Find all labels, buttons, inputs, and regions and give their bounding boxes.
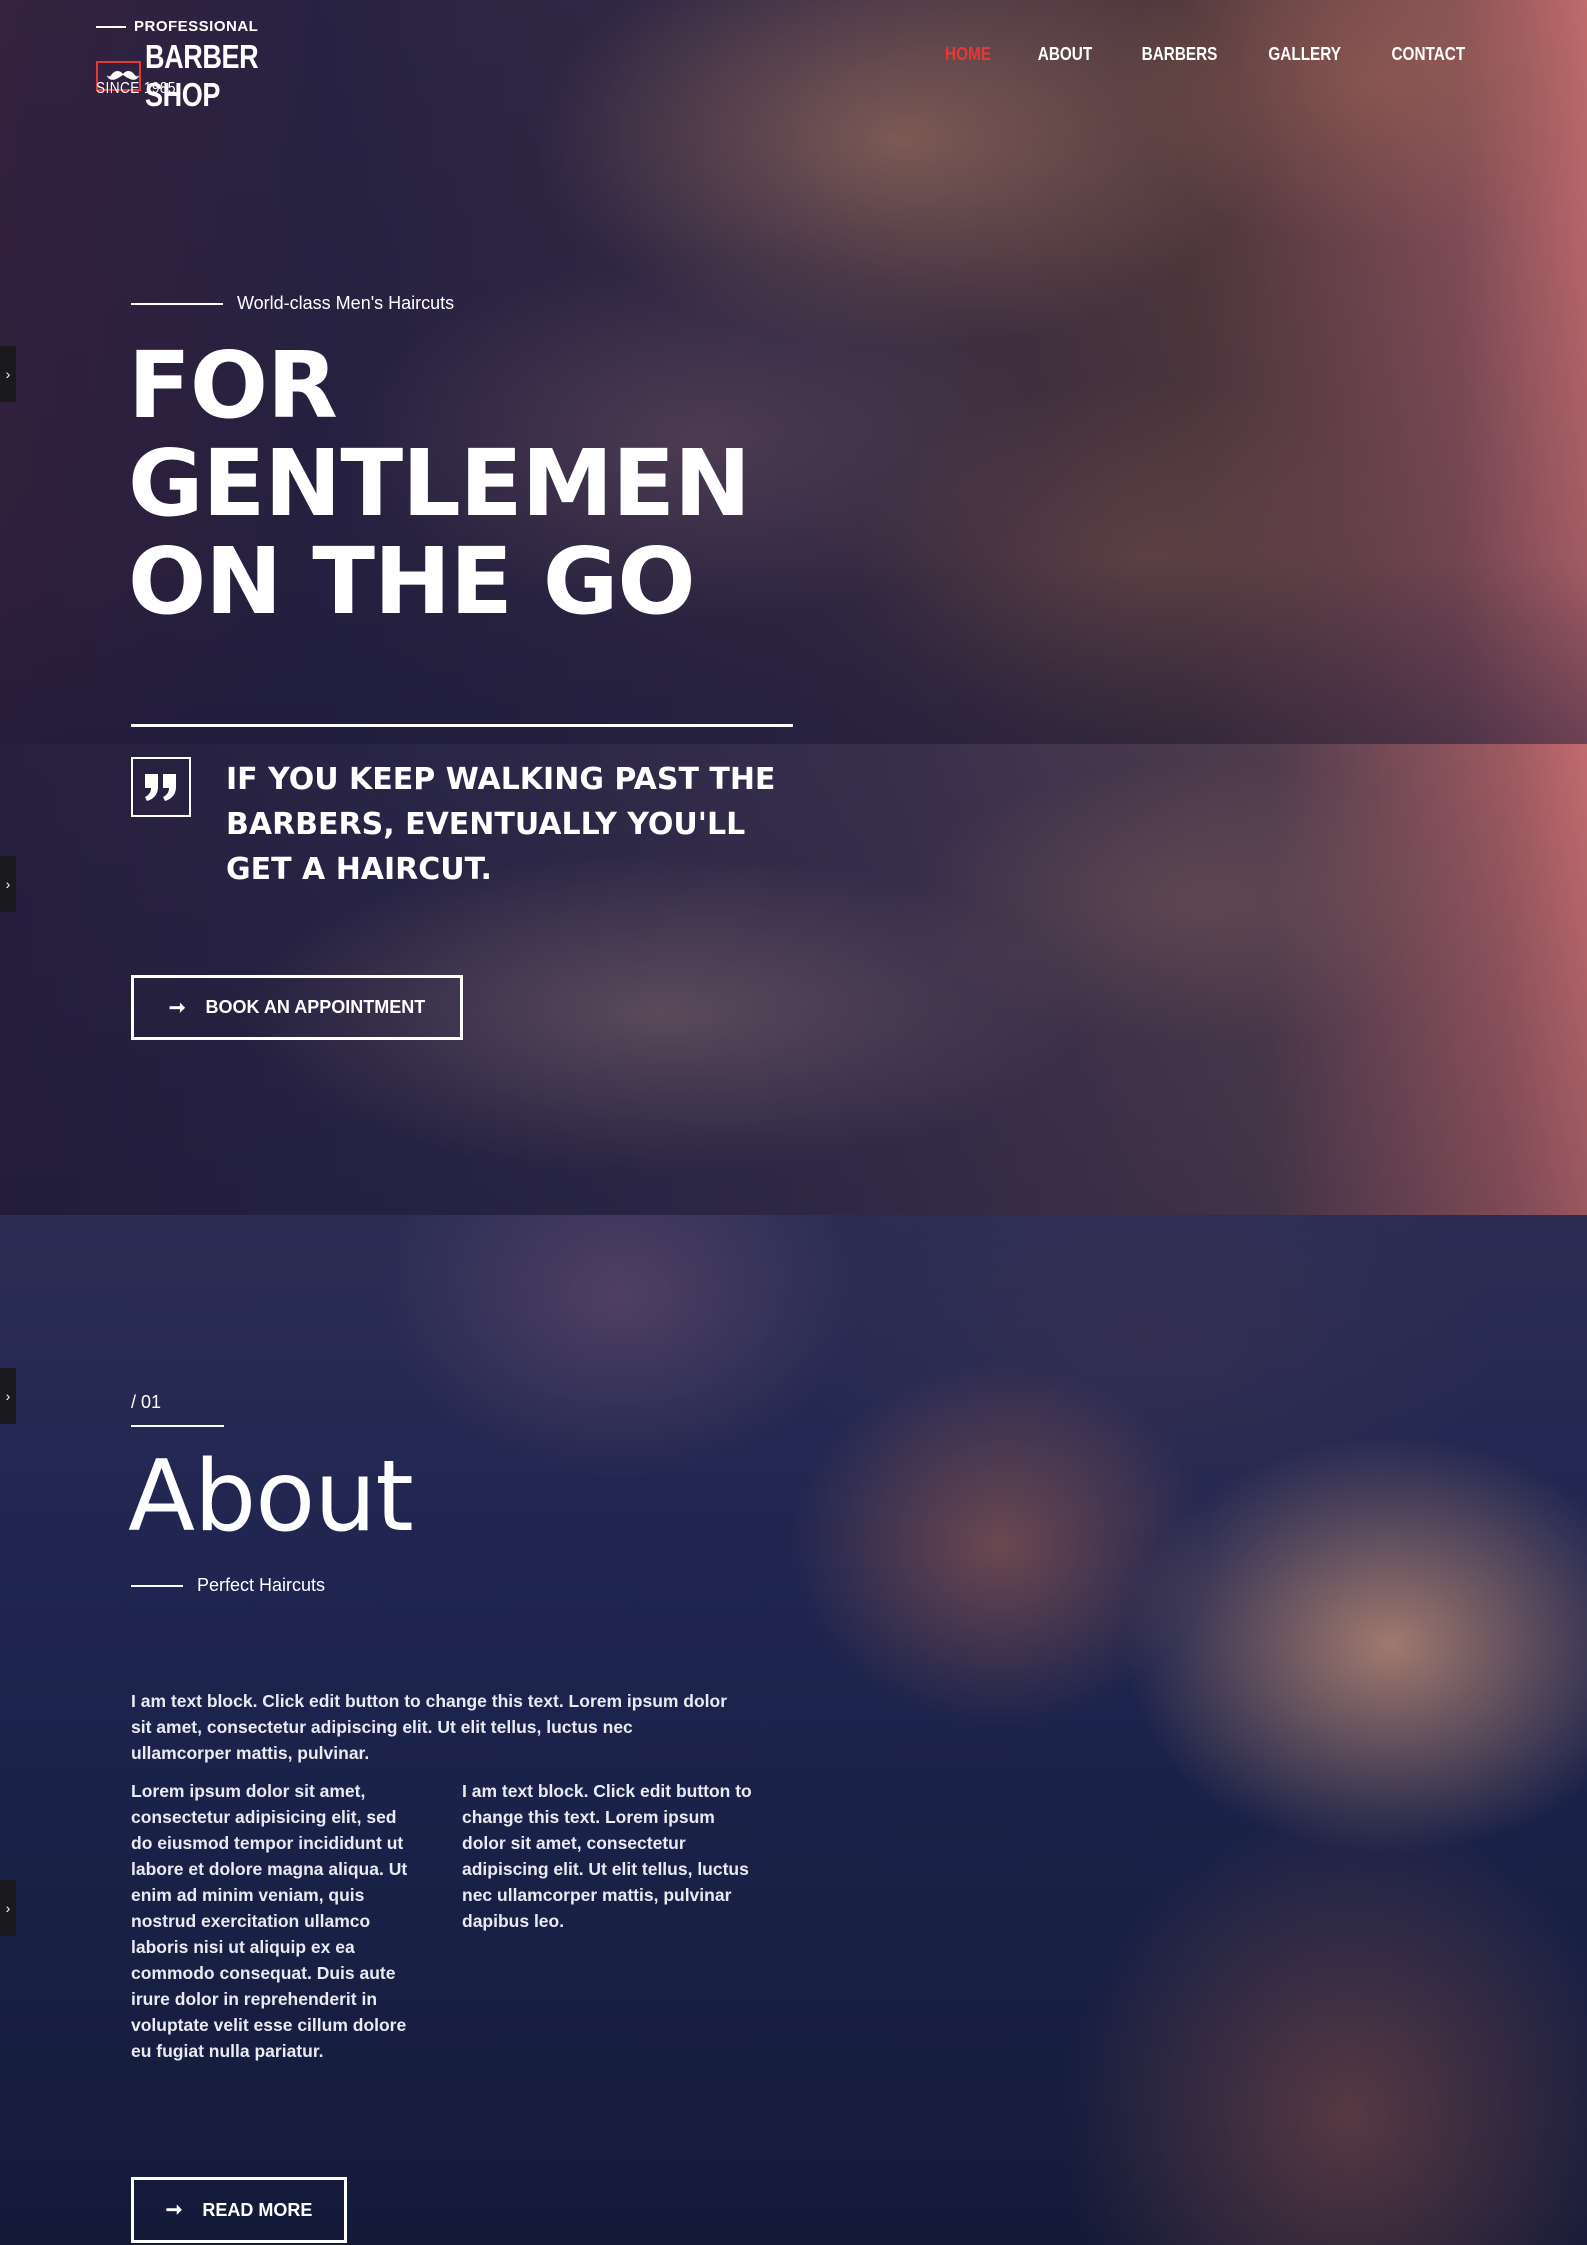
about-column-left: Lorem ipsum dolor sit amet, consectetur …: [131, 1781, 408, 2061]
logo-since: SINCE 1985: [96, 80, 176, 97]
section-number-line: [131, 1425, 224, 1427]
side-tab-3[interactable]: ›: [0, 1368, 16, 1424]
subtitle-line: [131, 1584, 183, 1587]
logo-main-row: BARBER SHOP: [96, 38, 356, 114]
side-tab-4[interactable]: ›: [0, 1880, 16, 1936]
hero-title-line-1: FOR: [128, 332, 338, 439]
eyebrow-line: [131, 302, 223, 305]
logo-name: BARBER SHOP: [144, 38, 259, 113]
nav-item-gallery[interactable]: GALLERY: [1268, 44, 1341, 65]
logo[interactable]: PROFESSIONAL BARBER SHOP SINCE 1985: [96, 16, 356, 113]
about-column-right: I am text block. Click edit button to ch…: [462, 1781, 752, 1931]
arrow-right-icon: ➞: [168, 996, 186, 1019]
side-tab-1[interactable]: ›: [0, 346, 16, 402]
hero-eyebrow-text: World-class Men's Haircuts: [237, 293, 455, 313]
arrow-right-icon: ➞: [165, 2199, 183, 2221]
nav-item-barbers[interactable]: BARBERS: [1142, 44, 1218, 65]
quote-icon: [131, 757, 191, 817]
chevron-right-icon: ›: [5, 1900, 11, 1916]
book-appointment-button[interactable]: ➞ BOOK AN APPOINTMENT: [131, 975, 463, 1040]
book-appointment-label: BOOK AN APPOINTMENT: [205, 997, 426, 1017]
hero-title-line-3: ON THE GO: [128, 528, 696, 635]
chevron-right-icon: ›: [5, 876, 11, 892]
hero-quote-text: IF YOU KEEP WALKING PAST THE BARBERS, EV…: [226, 762, 776, 887]
chevron-right-icon: ›: [5, 1388, 11, 1404]
about-subtitle: Perfect Haircuts: [131, 1575, 325, 1596]
nav-item-home[interactable]: HOME: [945, 44, 991, 65]
hero-divider: [131, 724, 793, 727]
side-tab-2[interactable]: ›: [0, 856, 16, 912]
about-section: / 01 About Perfect Haircuts I am text bl…: [0, 1215, 1587, 2245]
nav-item-about[interactable]: ABOUT: [1038, 44, 1092, 65]
about-title: About: [128, 1440, 414, 1554]
about-subtitle-text: Perfect Haircuts: [197, 1575, 326, 1595]
logo-tagline: PROFESSIONAL: [134, 18, 259, 35]
logo-top-row: PROFESSIONAL: [96, 18, 258, 35]
section-number: / 01: [131, 1392, 162, 1412]
logo-line: [96, 25, 126, 28]
about-paragraph: I am text block. Click edit button to ch…: [131, 1691, 728, 1763]
about-content: / 01 About Perfect Haircuts I am text bl…: [0, 1215, 1587, 2245]
hero-eyebrow: World-class Men's Haircuts: [131, 293, 454, 314]
chevron-right-icon: ›: [5, 366, 11, 382]
hero-title: FOR GENTLEMEN ON THE GO: [128, 332, 751, 635]
main-nav: HOME ABOUT BARBERS GALLERY CONTACT: [941, 44, 1472, 65]
nav-item-contact[interactable]: CONTACT: [1392, 44, 1466, 65]
site-header: PROFESSIONAL BARBER SHOP SINCE 1985 HOME…: [0, 0, 1587, 113]
read-more-label: READ MORE: [202, 2199, 313, 2220]
hero-title-line-2: GENTLEMEN: [128, 430, 751, 537]
read-more-button[interactable]: ➞ READ MORE: [131, 2177, 347, 2243]
